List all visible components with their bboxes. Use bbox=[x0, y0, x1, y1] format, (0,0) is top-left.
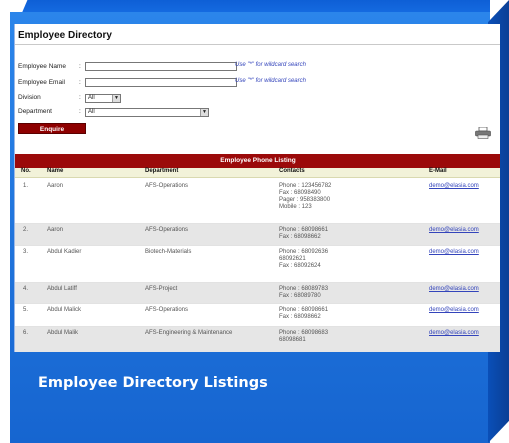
employee-contacts: Phone : 68092636 68092621 Fax : 68092624 bbox=[279, 249, 328, 270]
table-row: 2. Aaron AFS-Operations Phone : 68098661 Fax… bbox=[15, 224, 500, 246]
column-header-row bbox=[15, 168, 500, 178]
employee-contacts: Phone : 68089783 Fax : 68089780 bbox=[279, 286, 328, 300]
contact-line: Fax : 68089780 bbox=[279, 293, 321, 299]
contact-line: Phone : 123456782 bbox=[279, 183, 332, 189]
employee-email-link[interactable]: demo@elasia.com bbox=[429, 307, 479, 314]
department-value: All bbox=[88, 109, 95, 115]
column-header-contacts: Contacts bbox=[279, 168, 305, 174]
employee-department: AFS-Engineering & Maintenance bbox=[145, 330, 233, 336]
employee-contacts: Phone : 68098661 Fax : 68098662 bbox=[279, 307, 328, 321]
listing-header: Employee Phone Listing bbox=[15, 154, 500, 168]
department-label: Department bbox=[18, 108, 52, 115]
contact-line: Fax : 68098490 bbox=[279, 190, 321, 196]
row-number: 1. bbox=[23, 183, 29, 189]
table-row: 1. Aaron AFS-Operations Phone : 123456782 Fa… bbox=[15, 180, 500, 224]
division-value: All bbox=[88, 95, 95, 101]
contact-line: Phone : 68098683 bbox=[279, 330, 329, 336]
department-select[interactable]: All ▼ bbox=[85, 108, 209, 117]
contact-line: 68098681 bbox=[279, 337, 306, 343]
row-number: 2. bbox=[23, 227, 29, 233]
wildcard-hint: Use "*" for wildcard search bbox=[235, 62, 306, 68]
column-header-name: Name bbox=[47, 168, 64, 174]
employee-contacts: Phone : 123456782 Fax : 68098490 Pager : 9… bbox=[279, 183, 331, 211]
employee-department: AFS-Operations bbox=[145, 183, 189, 189]
enquire-button[interactable]: Enquire bbox=[18, 123, 86, 134]
caption-title: Employee Directory Listings bbox=[38, 375, 268, 391]
employee-department: Biotech-Materials bbox=[145, 249, 192, 255]
printer-icon[interactable] bbox=[475, 127, 491, 139]
employee-department: AFS-Project bbox=[145, 286, 178, 292]
employee-email-link[interactable]: demo@elasia.com bbox=[429, 227, 479, 234]
contact-line: Phone : 68098661 bbox=[279, 227, 329, 233]
contact-line: 68092621 bbox=[279, 256, 306, 262]
employee-name: Abdul Latiff bbox=[47, 286, 77, 292]
row-number: 5. bbox=[23, 307, 29, 313]
colon: : bbox=[79, 63, 81, 70]
row-number: 3. bbox=[23, 249, 29, 255]
employee-email-link[interactable]: demo@elasia.com bbox=[429, 286, 479, 293]
employee-department: AFS-Operations bbox=[145, 227, 189, 233]
table-row: 4. Abdul Latiff AFS-Project Phone : 6808978… bbox=[15, 283, 500, 304]
employee-email-link[interactable]: demo@elasia.com bbox=[429, 330, 479, 337]
employee-name-label: Employee Name bbox=[18, 63, 67, 70]
colon: : bbox=[79, 79, 81, 86]
employee-email-link[interactable]: demo@elasia.com bbox=[429, 183, 479, 190]
contact-line: Phone : 68089783 bbox=[279, 286, 329, 292]
chevron-down-icon: ▼ bbox=[200, 109, 208, 116]
employee-department: AFS-Operations bbox=[145, 307, 189, 313]
table-row: 3. Abdul Kadier Biotech-Materials Phone : 6… bbox=[15, 246, 500, 283]
wildcard-hint: Use "*" for wildcard search bbox=[235, 78, 306, 84]
chevron-down-icon: ▼ bbox=[112, 95, 120, 102]
contact-line: Phone : 68098661 bbox=[279, 307, 329, 313]
contact-line: Fax : 68092624 bbox=[279, 263, 321, 269]
division-select[interactable]: All ▼ bbox=[85, 94, 121, 103]
contact-line: Phone : 68092636 bbox=[279, 249, 329, 255]
employee-contacts: Phone : 68098661 Fax : 68098662 bbox=[279, 227, 328, 241]
colon: : bbox=[79, 94, 81, 101]
employee-email-label: Employee Email bbox=[18, 79, 65, 86]
table-row: 6. Abdul Malik AFS-Engineering & Maintenan… bbox=[15, 327, 500, 352]
page-title: Employee Directory bbox=[18, 30, 112, 41]
column-header-department: Department bbox=[145, 168, 179, 174]
employee-email-link[interactable]: demo@elasia.com bbox=[429, 249, 479, 256]
contact-line: Fax : 68098662 bbox=[279, 314, 321, 320]
employee-name-input[interactable] bbox=[85, 62, 237, 71]
employee-contacts: Phone : 68098683 68098681 bbox=[279, 330, 328, 344]
column-header-email: E-Mail bbox=[429, 168, 447, 174]
employee-name: Abdul Malik bbox=[47, 330, 79, 336]
contact-line: Fax : 68098662 bbox=[279, 234, 321, 240]
colon: : bbox=[79, 108, 81, 115]
contact-line: Mobile : 123 bbox=[279, 204, 312, 210]
table-row: 5. Abdul Malick AFS-Operations Phone : 6809… bbox=[15, 304, 500, 327]
employee-name: Abdul Kadier bbox=[47, 249, 82, 255]
row-number: 4. bbox=[23, 286, 29, 292]
column-header-no: No. bbox=[21, 168, 31, 174]
employee-name: Abdul Malick bbox=[47, 307, 82, 313]
employee-name: Aaron bbox=[47, 183, 64, 189]
employee-email-input[interactable] bbox=[85, 78, 237, 87]
directory-screenshot: Employee Directory Employee Name : Use "… bbox=[14, 24, 500, 352]
row-number: 6. bbox=[23, 330, 29, 336]
division-label: Division bbox=[18, 94, 41, 101]
employee-name: Aaron bbox=[47, 227, 64, 233]
title-divider bbox=[15, 44, 500, 45]
contact-line: Pager : 958383800 bbox=[279, 197, 331, 203]
